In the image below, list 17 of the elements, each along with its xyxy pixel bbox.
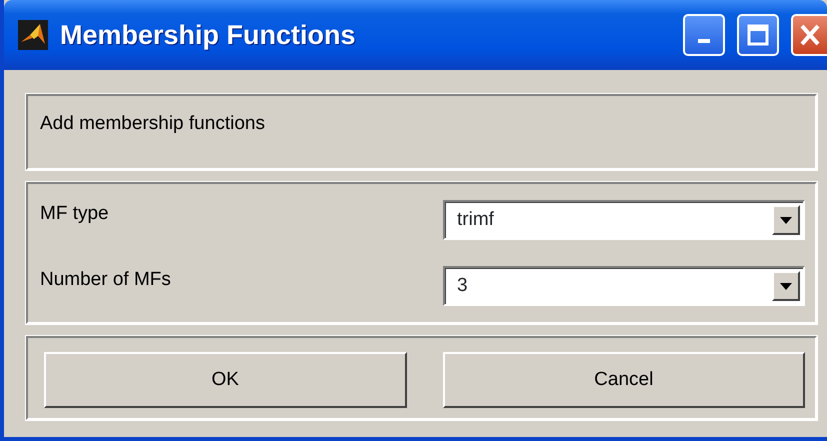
minimize-icon xyxy=(698,39,710,43)
ok-button[interactable]: OK xyxy=(44,352,406,408)
window-title: Membership Functions xyxy=(60,18,357,52)
prompt-text: Add membership functions xyxy=(40,113,265,134)
dropdown[interactable]: 3 xyxy=(443,266,805,306)
close-icon xyxy=(800,24,820,46)
dropdown-arrow-icon xyxy=(780,216,792,224)
maximize-button[interactable] xyxy=(737,14,779,56)
dropdown[interactable]: trimf xyxy=(443,200,805,240)
field-label: Number of MFs xyxy=(40,268,171,292)
cancel-button[interactable]: Cancel xyxy=(442,352,805,408)
minimize-button[interactable] xyxy=(683,14,725,56)
app-icon xyxy=(18,20,48,50)
close-button[interactable] xyxy=(791,14,827,56)
dropdown-arrow-icon xyxy=(780,282,792,290)
maximize-icon xyxy=(747,24,769,46)
field-label: MF type xyxy=(40,202,109,226)
